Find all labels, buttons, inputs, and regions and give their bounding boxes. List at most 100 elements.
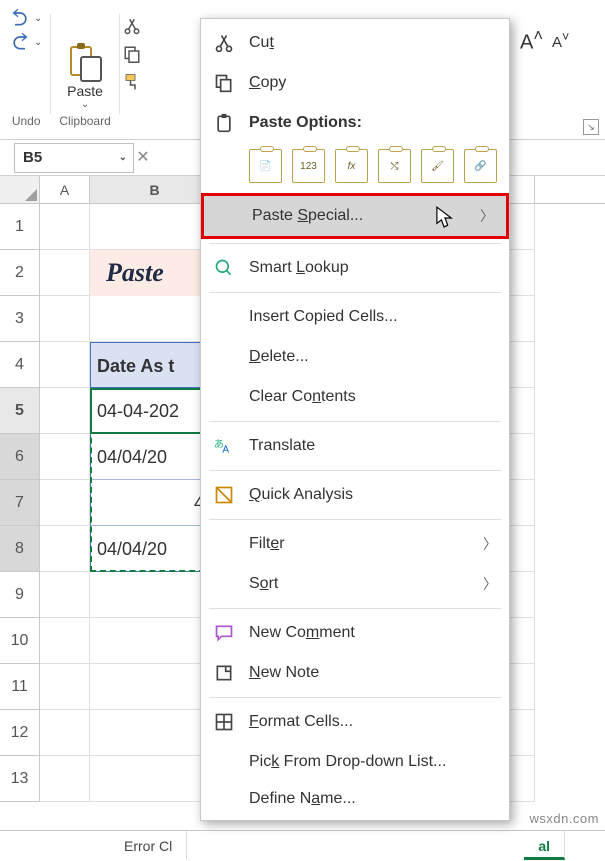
scissors-icon	[213, 32, 235, 54]
row-10[interactable]: 10	[0, 618, 40, 664]
blank-icon	[213, 346, 235, 368]
translate-icon: あA	[213, 435, 235, 457]
paste-icon	[67, 41, 103, 83]
ctx-delete[interactable]: Delete...	[201, 337, 509, 377]
ctx-cut[interactable]: Cut	[201, 23, 509, 63]
paste-opt-link-icon[interactable]: 🔗	[464, 149, 497, 183]
ctx-smart-lookup[interactable]: Smart Lookup	[201, 248, 509, 288]
paste-opt-formatting-icon[interactable]: 🖌	[421, 149, 454, 183]
ctx-copy[interactable]: Copy	[201, 63, 509, 103]
sheet-tab-active[interactable]: al	[524, 831, 565, 860]
quick-analysis-icon	[213, 484, 235, 506]
row-13[interactable]: 13	[0, 756, 40, 802]
sheet-tabs: Error Cl al	[0, 830, 605, 860]
namebox-dropdown-icon[interactable]: ⌄	[119, 152, 127, 163]
paste-opt-values-icon[interactable]: 123	[292, 149, 325, 183]
sheet-tab-prev[interactable]: Error Cl	[110, 831, 187, 860]
row-7[interactable]: 7	[0, 480, 40, 526]
row-9[interactable]: 9	[0, 572, 40, 618]
table-cell[interactable]: 04/04/20	[90, 434, 215, 480]
row-4[interactable]: 4	[0, 342, 40, 388]
blank-icon	[213, 573, 235, 595]
formula-cancel-icon[interactable]: ✕	[134, 143, 152, 173]
paste-dropdown-icon[interactable]: ⌄	[81, 99, 89, 110]
cursor-icon	[436, 206, 454, 230]
paste-opt-all-icon[interactable]: 📄	[249, 149, 282, 183]
ctx-label: Clear Contents	[249, 388, 497, 406]
watermark: wsxdn.com	[529, 811, 599, 826]
table-cell[interactable]: 04-04-202	[90, 388, 215, 434]
table-cell[interactable]: 04/04/20	[90, 526, 215, 572]
clipboard-launcher-icon[interactable]: ↘	[583, 119, 599, 135]
ctx-label: Filter	[249, 535, 469, 553]
ctx-format-cells[interactable]: Format Cells...	[201, 702, 509, 742]
col-A[interactable]: A	[40, 176, 90, 203]
paste-opt-transpose-icon[interactable]: ⤭	[378, 149, 411, 183]
blank-icon	[213, 751, 235, 773]
submenu-arrow-icon: 〉	[483, 574, 497, 594]
table-cell[interactable]: 44	[90, 480, 215, 526]
ctx-new-comment[interactable]: New Comment	[201, 613, 509, 653]
ctx-label: Insert Copied Cells...	[249, 308, 497, 326]
ctx-pick-list[interactable]: Pick From Drop-down List...	[201, 742, 509, 782]
ctx-label: Delete...	[249, 348, 497, 366]
paste-label: Paste	[67, 83, 103, 99]
ctx-filter[interactable]: Filter 〉	[201, 524, 509, 564]
undo-group: ⌄ ⌄ Undo	[4, 8, 48, 128]
copy-ribbon-icon[interactable]	[122, 44, 142, 64]
table-header-cell[interactable]: Date As t	[90, 342, 215, 388]
ctx-label: Quick Analysis	[249, 486, 497, 504]
ctx-label: Define Name...	[249, 790, 497, 808]
ctx-sort[interactable]: Sort 〉	[201, 564, 509, 604]
row-11[interactable]: 11	[0, 664, 40, 710]
ctx-label: Pick From Drop-down List...	[249, 753, 497, 771]
name-box[interactable]: B5 ⌄	[14, 143, 134, 173]
ctx-label: Sort	[249, 575, 469, 593]
ctx-paste-special[interactable]: Paste Special... 〉	[201, 193, 509, 239]
row-1[interactable]: 1	[0, 204, 40, 250]
row-12[interactable]: 12	[0, 710, 40, 756]
ctx-label: Copy	[249, 74, 497, 92]
clipboard-group-label: Clipboard	[59, 114, 110, 128]
decrease-font-icon[interactable]: A˅	[552, 30, 569, 51]
ctx-label: Format Cells...	[249, 713, 497, 731]
copy-icon	[213, 72, 235, 94]
blank-icon	[213, 306, 235, 328]
undo-icon[interactable]	[10, 8, 30, 28]
blank-icon	[213, 386, 235, 408]
submenu-arrow-icon: 〉	[483, 534, 497, 554]
undo-dropdown-icon[interactable]: ⌄	[34, 13, 42, 24]
comment-icon	[213, 622, 235, 644]
select-all-button[interactable]	[0, 176, 40, 203]
ctx-quick-analysis[interactable]: Quick Analysis	[201, 475, 509, 515]
row-8[interactable]: 8	[0, 526, 40, 572]
row-headers: 1 2 3 4 5 6 7 8 9 10 11 12 13	[0, 204, 40, 802]
ctx-clear-contents[interactable]: Clear Contents	[201, 377, 509, 417]
ctx-insert-copied[interactable]: Insert Copied Cells...	[201, 297, 509, 337]
table-data-column: 04-04-202 04/04/20 44 04/04/20	[90, 388, 215, 572]
format-cells-icon	[213, 711, 235, 733]
row-2[interactable]: 2	[0, 250, 40, 296]
ctx-label: Paste Options:	[249, 114, 497, 132]
row-3[interactable]: 3	[0, 296, 40, 342]
name-box-ref: B5	[23, 149, 42, 166]
ctx-translate[interactable]: あA Translate	[201, 426, 509, 466]
ctx-new-note[interactable]: New Note	[201, 653, 509, 693]
row-5[interactable]: 5	[0, 388, 40, 434]
row-6[interactable]: 6	[0, 434, 40, 480]
context-menu: Cut Copy Paste Options: 📄 123 fx ⤭ 🖌 🔗 P…	[200, 18, 510, 821]
ctx-label: New Note	[249, 664, 497, 682]
redo-icon[interactable]	[10, 32, 30, 52]
paste-opt-formulas-icon[interactable]: fx	[335, 149, 368, 183]
lookup-icon	[213, 257, 235, 279]
svg-text:A: A	[222, 445, 229, 456]
ctx-define-name[interactable]: Define Name...	[201, 782, 509, 816]
increase-font-icon[interactable]: A˄	[520, 26, 543, 55]
cut-ribbon-icon[interactable]	[122, 16, 142, 36]
ctx-label: Cut	[249, 34, 497, 52]
format-painter-icon[interactable]	[122, 72, 142, 92]
paste-button[interactable]: Paste ⌄	[67, 41, 103, 110]
clipboard-icon	[213, 112, 235, 134]
ctx-label: Smart Lookup	[249, 259, 497, 277]
redo-dropdown-icon[interactable]: ⌄	[34, 37, 42, 48]
